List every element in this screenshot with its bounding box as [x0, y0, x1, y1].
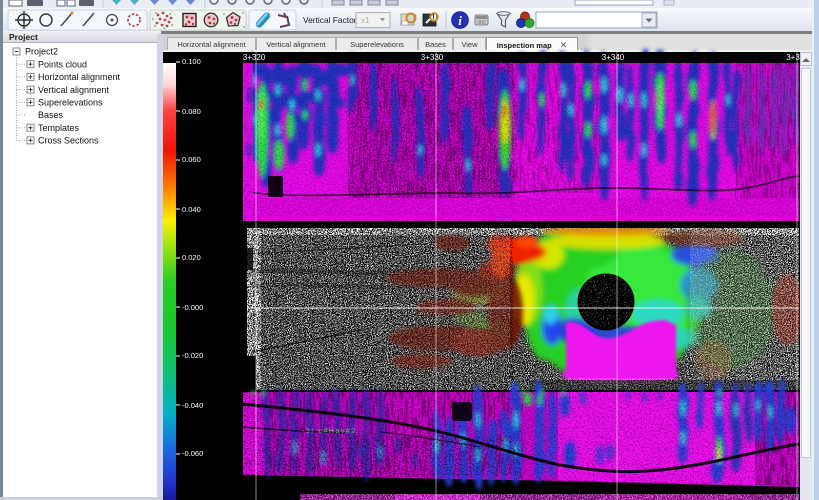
svg-text:-0.040: -0.040 [182, 401, 203, 410]
svg-text:-0.060: -0.060 [182, 449, 203, 458]
svg-text:0.100: 0.100 [182, 57, 201, 66]
svg-text:0.040: 0.040 [182, 205, 201, 214]
svg-text:3+320: 3+320 [243, 53, 266, 62]
svg-text:0.080: 0.080 [182, 107, 201, 116]
svg-text:3+340: 3+340 [602, 53, 625, 62]
svg-text:3+330: 3+330 [421, 53, 444, 62]
svg-text:3+3: 3+3 [786, 53, 800, 62]
svg-text:-0.020: -0.020 [182, 351, 203, 360]
svg-text:-0.000: -0.000 [182, 303, 203, 312]
svg-text:0.060: 0.060 [182, 155, 201, 164]
svg-text:0.020: 0.020 [182, 253, 201, 262]
